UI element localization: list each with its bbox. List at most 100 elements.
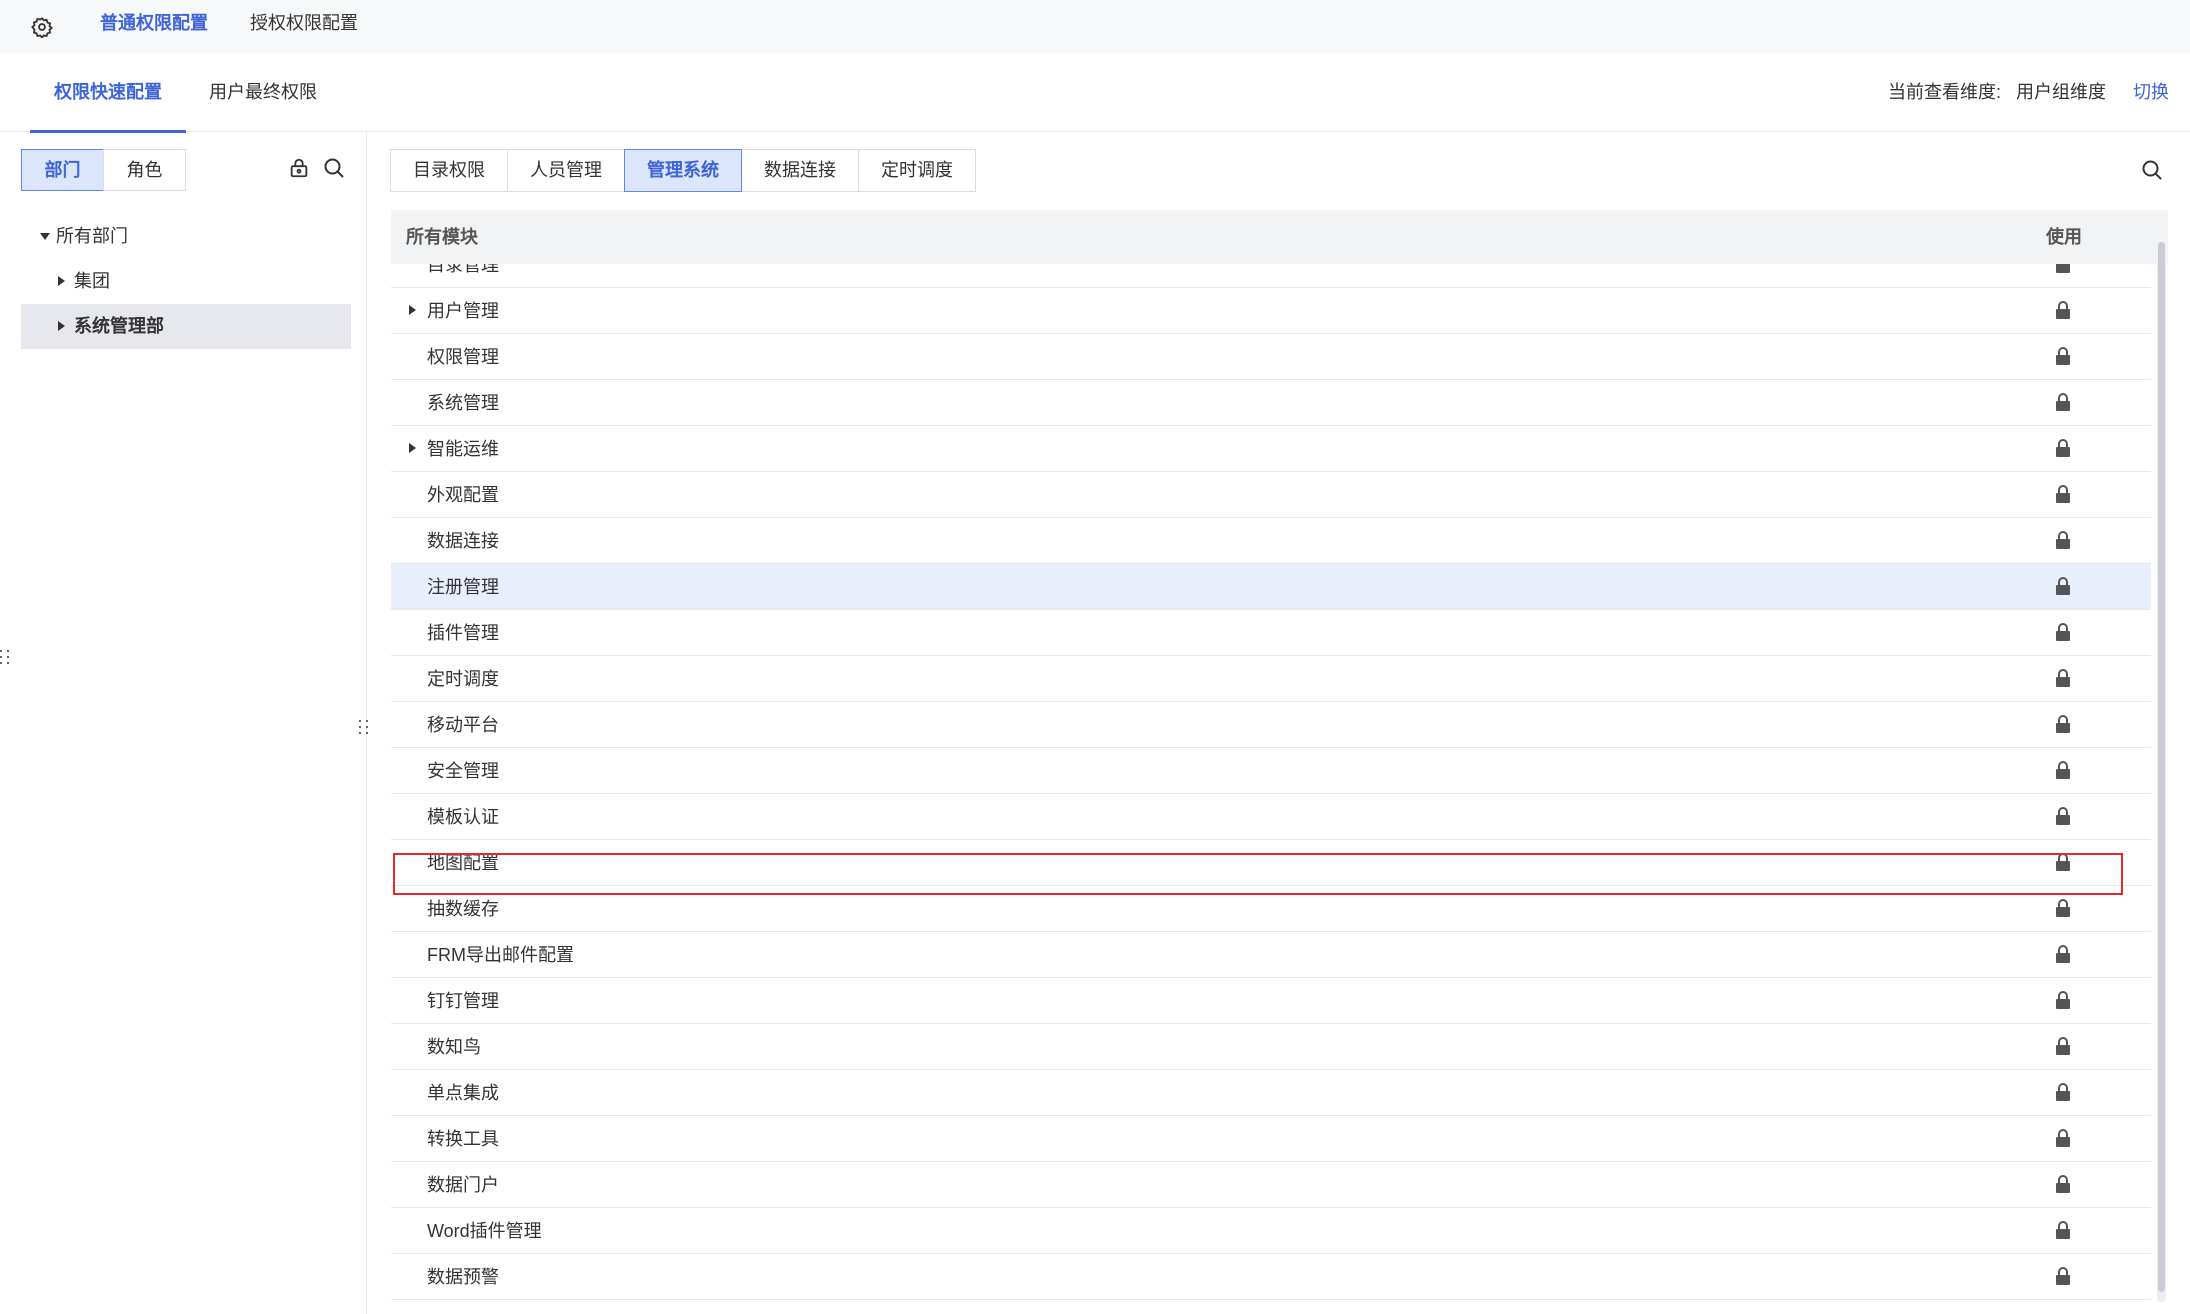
table-row[interactable]: 定时调度 — [391, 656, 2151, 702]
table-row[interactable]: 转换工具 — [391, 1116, 2151, 1162]
tree-item-label: 系统管理部 — [74, 316, 164, 336]
table-row[interactable]: 系统管理 — [391, 380, 2151, 426]
dimension-label: 当前查看维度: — [1887, 82, 2001, 102]
module-label: 数据连接 — [427, 531, 499, 551]
module-label: 定时调度 — [427, 669, 499, 689]
search-icon[interactable] — [322, 156, 346, 185]
module-label: 钉钉管理 — [427, 991, 499, 1011]
module-label: 转换工具 — [427, 1129, 499, 1149]
lock-icon[interactable] — [2054, 264, 2072, 279]
header-use: 使用 — [2046, 227, 2082, 247]
tab-quick-config[interactable]: 权限快速配置 — [30, 53, 186, 133]
lock-icon[interactable] — [2054, 300, 2072, 325]
segment-department[interactable]: 部门 — [21, 149, 104, 191]
lock-icon[interactable] — [2054, 576, 2072, 601]
module-label: 模板认证 — [427, 807, 499, 827]
lock-icon[interactable] — [2054, 898, 2072, 923]
table-row[interactable]: 注册管理 — [391, 564, 2151, 610]
top-nav-bar: 普通权限配置 授权权限配置 — [0, 0, 2190, 53]
tree-item-label: 集团 — [74, 271, 110, 291]
module-label: 抽数缓存 — [427, 899, 499, 919]
caret-right-icon[interactable] — [409, 305, 416, 315]
table-row[interactable]: 安全管理 — [391, 748, 2151, 794]
lock-icon[interactable] — [2054, 438, 2072, 463]
caret-right-icon[interactable] — [58, 276, 65, 286]
module-label: 数据门户 — [427, 1175, 499, 1195]
vertical-scrollbar[interactable] — [2157, 242, 2166, 1302]
lock-icon[interactable] — [2054, 1220, 2072, 1245]
module-label: 用户管理 — [427, 301, 499, 321]
left-panel: 部门 角色 所有部门 集团 系统管理部 — [0, 132, 367, 1314]
lock-icon[interactable] — [2054, 668, 2072, 693]
lock-icon[interactable] — [2054, 346, 2072, 371]
table-row[interactable]: 钉钉管理 — [391, 978, 2151, 1024]
lock-icon[interactable] — [2054, 622, 2072, 647]
lock-icon[interactable] — [2054, 806, 2072, 831]
module-label: 外观配置 — [427, 485, 499, 505]
tab-data-connection[interactable]: 数据连接 — [741, 149, 859, 192]
lock-icon[interactable] — [2054, 760, 2072, 785]
module-label: 插件管理 — [427, 623, 499, 643]
table-row[interactable]: 抽数缓存 — [391, 886, 2151, 932]
table-row[interactable]: 地图配置 — [391, 840, 2151, 886]
lock-icon[interactable] — [2054, 944, 2072, 969]
lock-icon[interactable] — [2054, 1128, 2072, 1153]
gear-icon[interactable] — [0, 0, 84, 53]
module-label: 注册管理 — [427, 577, 499, 597]
tab-personnel-management[interactable]: 人员管理 — [507, 149, 625, 192]
search-icon[interactable] — [2140, 158, 2164, 187]
tree-item-label: 所有部门 — [56, 226, 128, 246]
tab-general-permission[interactable]: 普通权限配置 — [100, 0, 208, 53]
lock-icon[interactable] — [2054, 1174, 2072, 1199]
lock-settings-icon[interactable] — [288, 157, 310, 184]
tab-management-system[interactable]: 管理系统 — [624, 149, 742, 192]
lock-icon[interactable] — [2054, 1082, 2072, 1107]
module-label: 地图配置 — [427, 853, 499, 873]
caret-right-icon[interactable] — [409, 443, 416, 453]
tab-scheduled-tasks[interactable]: 定时调度 — [858, 149, 976, 192]
table-row[interactable]: 目录管理 — [391, 264, 2151, 288]
scrollbar-thumb[interactable] — [2158, 242, 2165, 1292]
segment-role[interactable]: 角色 — [103, 149, 186, 191]
panel-splitter-icon[interactable] — [359, 720, 369, 734]
table-row[interactable]: FRM导出邮件配置 — [391, 932, 2151, 978]
table-row[interactable]: 移动平台 — [391, 702, 2151, 748]
lock-icon[interactable] — [2054, 392, 2072, 417]
table-row[interactable]: 数据门户 — [391, 1162, 2151, 1208]
table-row[interactable]: 单点集成 — [391, 1070, 2151, 1116]
table-row[interactable]: 模板认证 — [391, 794, 2151, 840]
table-row[interactable]: 外观配置 — [391, 472, 2151, 518]
table-row[interactable]: 数知鸟 — [391, 1024, 2151, 1070]
module-tabs: 目录权限 人员管理 管理系统 数据连接 定时调度 — [390, 149, 976, 192]
lock-icon[interactable] — [2054, 484, 2072, 509]
tree-item-system-admin-dept[interactable]: 系统管理部 — [21, 304, 351, 349]
lock-icon[interactable] — [2054, 530, 2072, 555]
table-row[interactable]: 数据连接 — [391, 518, 2151, 564]
table-row[interactable]: 用户管理 — [391, 288, 2151, 334]
table-row[interactable]: Word插件管理 — [391, 1208, 2151, 1254]
tab-directory-permission[interactable]: 目录权限 — [390, 149, 508, 192]
table-row[interactable]: 数据预警 — [391, 1254, 2151, 1300]
table-row[interactable]: 插件管理 — [391, 610, 2151, 656]
module-label: 数据预警 — [427, 1267, 499, 1287]
caret-right-icon[interactable] — [58, 321, 65, 331]
table-row[interactable]: 智能运维 — [391, 426, 2151, 472]
header-all-modules: 所有模块 — [406, 227, 478, 247]
lock-icon[interactable] — [2054, 852, 2072, 877]
tab-user-final-permission[interactable]: 用户最终权限 — [209, 53, 317, 132]
tree-item-group[interactable]: 集团 — [21, 259, 351, 304]
lock-icon[interactable] — [2054, 1266, 2072, 1291]
lock-icon[interactable] — [2054, 1036, 2072, 1061]
tab-authorization-permission[interactable]: 授权权限配置 — [250, 0, 358, 53]
module-label: 数知鸟 — [427, 1037, 481, 1057]
lock-icon[interactable] — [2054, 714, 2072, 739]
module-label: 安全管理 — [427, 761, 499, 781]
left-toolbar — [288, 156, 346, 185]
tree-item-all-departments[interactable]: 所有部门 — [21, 214, 351, 259]
table-row[interactable]: 权限管理 — [391, 334, 2151, 380]
caret-down-icon[interactable] — [40, 233, 50, 240]
module-label: 目录管理 — [427, 264, 499, 275]
switch-link[interactable]: 切换 — [2133, 82, 2169, 102]
table-header: 所有模块 使用 — [391, 210, 2168, 264]
lock-icon[interactable] — [2054, 990, 2072, 1015]
